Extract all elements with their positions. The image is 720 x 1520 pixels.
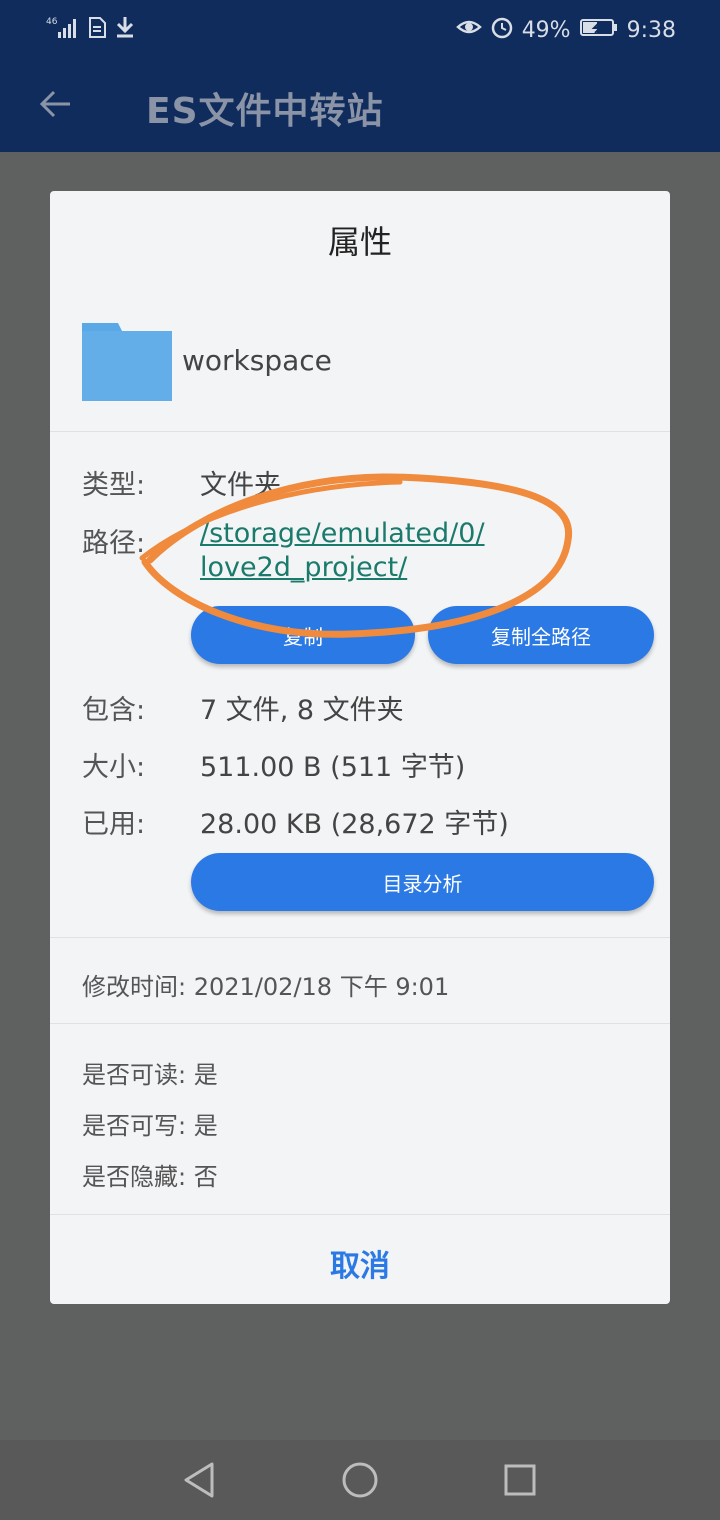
sim-icon [86, 14, 108, 47]
divider [50, 1023, 670, 1024]
modified-row: 修改时间: 2021/02/18 下午 9:01 [82, 967, 449, 1002]
cancel-button[interactable]: 取消 [50, 1241, 670, 1285]
path-label: 路径: [82, 528, 146, 559]
copy-button[interactable]: 复制 [191, 606, 415, 664]
modified-label: 修改时间: [82, 973, 187, 1001]
path-line-2[interactable]: love2d_project/ [200, 551, 485, 585]
status-right: 49% 9:38 [455, 14, 676, 47]
used-label: 已用: [82, 809, 146, 840]
divider [50, 431, 670, 432]
hidden-value: 否 [193, 1163, 218, 1191]
status-left: 46 [46, 14, 136, 47]
writable-row: 是否可写: 是 [82, 1106, 218, 1141]
download-icon [114, 14, 136, 47]
modified-value: 2021/02/18 下午 9:01 [193, 973, 450, 1001]
divider [50, 937, 670, 938]
readable-row: 是否可读: 是 [82, 1055, 218, 1090]
battery-icon [579, 14, 619, 47]
readable-label: 是否可读: [82, 1061, 187, 1089]
back-arrow-icon[interactable] [38, 86, 74, 122]
divider [50, 1214, 670, 1215]
nav-home-icon[interactable] [338, 1458, 382, 1502]
status-bar: 46 49% 9:38 [0, 0, 720, 56]
hidden-label: 是否隐藏: [82, 1163, 187, 1191]
path-value[interactable]: /storage/emulated/0/ love2d_project/ [200, 517, 485, 585]
eye-icon [455, 14, 482, 47]
signal-icon: 46 [46, 14, 80, 47]
battery-percent: 49% [521, 17, 571, 43]
network-label: 46 [46, 17, 58, 27]
folder-icon [82, 321, 172, 401]
dir-analysis-button[interactable]: 目录分析 [191, 853, 654, 911]
readable-value: 是 [193, 1061, 218, 1089]
item-name: workspace [182, 344, 332, 377]
app-title: ES文件中转站 [146, 91, 384, 132]
alarm-icon [490, 14, 514, 47]
used-value: 28.00 KB (28,672 字节) [200, 809, 509, 840]
contains-label: 包含: [82, 695, 146, 726]
properties-dialog: 属性 workspace 类型: 文件夹 路径: /storage/emulat… [50, 191, 670, 1304]
hidden-row: 是否隐藏: 否 [82, 1157, 218, 1192]
copy-full-path-button[interactable]: 复制全路径 [428, 606, 654, 664]
nav-back-icon[interactable] [178, 1458, 222, 1502]
type-value: 文件夹 [200, 470, 281, 501]
nav-recents-icon[interactable] [498, 1458, 542, 1502]
size-value: 511.00 B (511 字节) [200, 752, 466, 783]
writable-label: 是否可写: [82, 1112, 187, 1140]
type-label: 类型: [82, 470, 146, 501]
size-label: 大小: [82, 752, 146, 783]
writable-value: 是 [193, 1112, 218, 1140]
navigation-bar [0, 1440, 720, 1520]
clock: 9:38 [626, 17, 676, 43]
path-line-1[interactable]: /storage/emulated/0/ [200, 517, 485, 551]
app-bar: ES文件中转站 [0, 56, 720, 152]
contains-value: 7 文件, 8 文件夹 [200, 695, 404, 726]
dialog-title: 属性 [327, 223, 392, 261]
